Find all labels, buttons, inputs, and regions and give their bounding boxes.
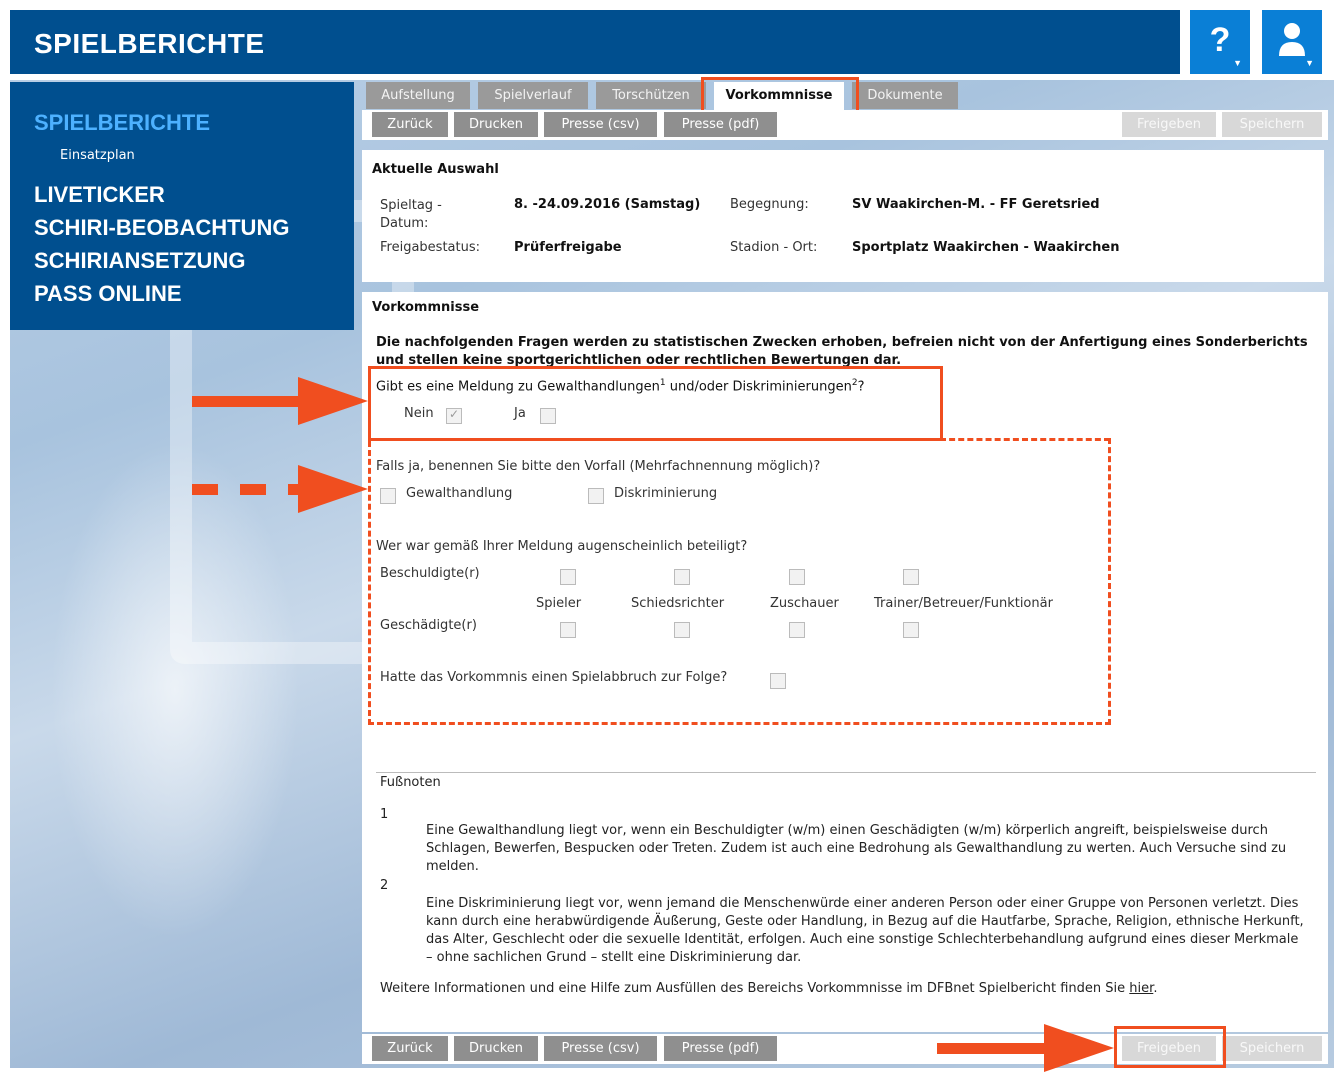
tab-aufstellung[interactable]: Aufstellung: [366, 82, 470, 109]
incidents-title: Vorkommnisse: [372, 300, 480, 315]
print-button-bottom[interactable]: Drucken: [454, 1036, 538, 1061]
column-zuschauer: Zuschauer: [770, 596, 839, 611]
beschuldigte-label: Beschuldigte(r): [380, 566, 480, 581]
column-spieler: Spieler: [536, 596, 582, 611]
sidebar-item-einsatzplan[interactable]: Einsatzplan: [60, 148, 135, 163]
column-trainer: Trainer/Betreuer/Funktionär: [874, 596, 1053, 611]
selection-panel: Aktuelle Auswahl Spieltag - Datum: 8. -2…: [362, 150, 1324, 282]
stadion-label: Stadion - Ort:: [730, 240, 818, 255]
beschuldigte-schiedsrichter-checkbox[interactable]: [674, 569, 690, 585]
dashed-frame-right: [1108, 438, 1111, 725]
dashed-frame-left: [368, 441, 371, 725]
user-icon: [1279, 23, 1305, 56]
app-header: SPIELBERICHTE: [10, 10, 1180, 74]
more-info-dot: .: [1153, 981, 1158, 996]
sidebar-item-pass-online[interactable]: PASS ONLINE: [34, 281, 182, 307]
arrow-dashed-head-icon: [298, 465, 368, 513]
sidebar-item-schiriansetzung[interactable]: SCHIRIANSETZUNG: [34, 248, 245, 274]
column-schiedsrichter: Schiedsrichter: [631, 596, 725, 611]
sidebar-item-schiri-beobachtung[interactable]: SCHIRI-BEOBACHTUNG: [34, 215, 289, 241]
press-pdf-button[interactable]: Presse (pdf): [664, 112, 777, 137]
print-button[interactable]: Drucken: [454, 112, 538, 137]
geschaedigte-schiedsrichter-checkbox[interactable]: [674, 622, 690, 638]
dashed-frame-top-right: [940, 438, 1110, 441]
footnotes-title: Fußnoten: [380, 775, 441, 790]
spieltag-label: Spieltag - Datum:: [380, 198, 442, 231]
help-link[interactable]: hier: [1129, 981, 1153, 996]
begegnung-label: Begegnung:: [730, 197, 809, 212]
arrow-solid-head-icon: [298, 377, 368, 425]
tab-dokumente[interactable]: Dokumente: [852, 82, 958, 109]
arrow-dashed-segment-2: [240, 484, 266, 495]
question-abort: Hatte das Vorkommnis einen Spielabbruch …: [380, 670, 728, 685]
geschaedigte-label: Geschädigte(r): [380, 618, 477, 633]
arrow-bottom-head-icon: [1044, 1024, 1114, 1072]
arrow-solid-shaft: [192, 396, 302, 407]
footnote-1-number: 1: [380, 807, 389, 822]
help-button[interactable]: ? ▼: [1190, 10, 1250, 74]
press-csv-button[interactable]: Presse (csv): [544, 112, 657, 137]
tab-torschuetzen[interactable]: Torschützen: [596, 82, 706, 109]
back-button-bottom[interactable]: Zurück: [372, 1036, 448, 1061]
top-toolbar: Zurück Drucken Presse (csv) Presse (pdf)…: [362, 110, 1328, 140]
abort-checkbox[interactable]: [770, 673, 786, 689]
beschuldigte-zuschauer-checkbox[interactable]: [789, 569, 805, 585]
gewalthandlung-label: Gewalthandlung: [406, 486, 513, 501]
press-csv-button-bottom[interactable]: Presse (csv): [544, 1036, 657, 1061]
chevron-down-icon: ▼: [1233, 58, 1242, 68]
help-icon: ?: [1209, 21, 1231, 59]
footnote-divider: [376, 772, 1316, 773]
gewalthandlung-checkbox[interactable]: [380, 488, 396, 504]
spieltag-value: 8. -24.09.2016 (Samstag): [514, 197, 701, 212]
highlight-question-frame: [368, 366, 943, 441]
freigabe-value: Prüferfreigabe: [514, 240, 622, 255]
arrow-bottom-shaft: [937, 1043, 1047, 1054]
chevron-down-icon: ▼: [1305, 58, 1314, 68]
diskriminierung-checkbox[interactable]: [588, 488, 604, 504]
user-menu-button[interactable]: ▼: [1262, 10, 1322, 74]
selection-title: Aktuelle Auswahl: [372, 162, 499, 177]
app-title: SPIELBERICHTE: [34, 28, 265, 59]
tab-spielverlauf[interactable]: Spielverlauf: [478, 82, 588, 109]
geschaedigte-zuschauer-checkbox[interactable]: [789, 622, 805, 638]
footnote-2-text: Eine Diskriminierung liegt vor, wenn jem…: [426, 896, 1304, 965]
back-button[interactable]: Zurück: [372, 112, 448, 137]
highlight-release-button: [1114, 1026, 1226, 1068]
diskriminierung-label: Diskriminierung: [614, 486, 718, 501]
save-button-bottom[interactable]: Speichern: [1222, 1036, 1322, 1061]
sidebar-item-liveticker[interactable]: LIVETICKER: [34, 182, 165, 208]
begegnung-value: SV Waakirchen-M. - FF Geretsried: [852, 197, 1100, 212]
footnote-2-number: 2: [380, 878, 389, 893]
footnote-1-text: Eine Gewalthandlung liegt vor, wenn ein …: [426, 823, 1287, 874]
question-incident-type: Falls ja, benennen Sie bitte den Vorfall…: [376, 459, 821, 474]
sidebar-item-spielberichte[interactable]: SPIELBERICHTE: [34, 110, 210, 136]
beschuldigte-trainer-checkbox[interactable]: [903, 569, 919, 585]
beschuldigte-spieler-checkbox[interactable]: [560, 569, 576, 585]
release-button[interactable]: Freigeben: [1122, 112, 1216, 137]
incidents-intro: Die nachfolgenden Fragen werden zu stati…: [376, 335, 1308, 368]
dashed-frame-bottom: [368, 722, 1111, 725]
freigabe-label: Freigabestatus:: [380, 240, 480, 255]
geschaedigte-trainer-checkbox[interactable]: [903, 622, 919, 638]
question-involved: Wer war gemäß Ihrer Meldung augenscheinl…: [376, 539, 748, 554]
save-button[interactable]: Speichern: [1222, 112, 1322, 137]
footnote-more-info: Weitere Informationen und eine Hilfe zum…: [380, 980, 1310, 998]
more-info-text: Weitere Informationen und eine Hilfe zum…: [380, 981, 1130, 996]
press-pdf-button-bottom[interactable]: Presse (pdf): [664, 1036, 777, 1061]
arrow-dashed-segment-1: [192, 484, 218, 495]
stadion-value: Sportplatz Waakirchen - Waakirchen: [852, 240, 1120, 255]
geschaedigte-spieler-checkbox[interactable]: [560, 622, 576, 638]
sidebar: SPIELBERICHTE Einsatzplan LIVETICKER SCH…: [10, 82, 354, 330]
